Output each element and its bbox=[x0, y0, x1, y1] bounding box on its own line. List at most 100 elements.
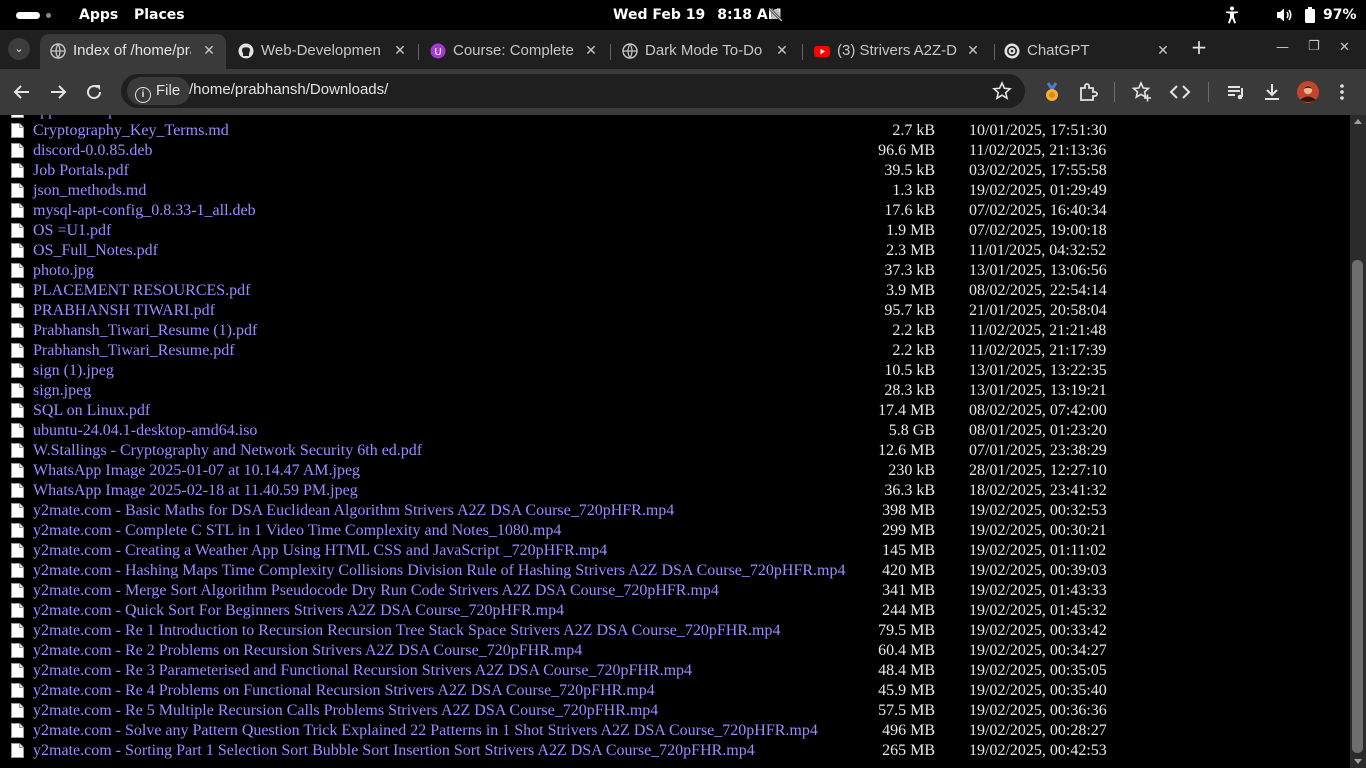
file-link[interactable]: WhatsApp Image 2025-02-18 at 11.40.59 PM… bbox=[33, 482, 358, 500]
toolbar-divider bbox=[1208, 82, 1209, 102]
close-tab-icon[interactable]: ✕ bbox=[1154, 41, 1172, 59]
tab-dark-mode-todo[interactable]: Dark Mode To-Do ✕ bbox=[612, 34, 803, 69]
file-icon bbox=[11, 423, 24, 438]
bookmark-star-icon[interactable] bbox=[992, 81, 1012, 101]
new-tab-button[interactable]: + bbox=[1189, 37, 1209, 57]
accessibility-icon[interactable] bbox=[1224, 6, 1240, 24]
close-tab-icon[interactable]: ✕ bbox=[582, 41, 600, 59]
file-size: 17.6 kB bbox=[884, 202, 935, 219]
file-link[interactable]: sign.jpeg bbox=[33, 382, 91, 400]
tab-course-complete[interactable]: U Course: Complete ✕ bbox=[420, 34, 611, 69]
file-link[interactable]: ubuntu-24.04.1-desktop-amd64.iso bbox=[33, 422, 257, 440]
file-link[interactable]: sign (1).jpeg bbox=[33, 362, 114, 380]
file-icon bbox=[11, 383, 24, 398]
file-link[interactable]: W.Stallings - Cryptography and Network S… bbox=[33, 442, 422, 460]
tab-search-button[interactable]: ⌄ bbox=[8, 38, 30, 60]
file-icon bbox=[11, 583, 24, 598]
chatgpt-icon bbox=[1004, 43, 1020, 59]
file-link[interactable]: Cryptography_Key_Terms.md bbox=[33, 122, 229, 140]
places-menu[interactable]: Places bbox=[134, 7, 185, 23]
url-text[interactable]: /home/prabhansh/Downloads/ bbox=[189, 81, 388, 98]
file-modified-date: 19/02/2025, 00:30:21 bbox=[969, 522, 1107, 539]
file-link[interactable]: y2mate.com - Quick Sort For Beginners St… bbox=[33, 602, 564, 620]
workspace-dot bbox=[46, 13, 51, 18]
bookmarks-icon[interactable] bbox=[1130, 80, 1154, 104]
menu-icon[interactable] bbox=[1330, 80, 1354, 104]
activities-indicator[interactable] bbox=[16, 12, 40, 19]
file-size: 79.5 MB bbox=[878, 622, 935, 639]
close-tab-icon[interactable]: ✕ bbox=[773, 41, 791, 59]
file-row: json_methods.md 1.3 kB 19/02/2025, 01:29:4… bbox=[0, 181, 1350, 201]
file-link[interactable]: SQL on Linux.pdf bbox=[33, 402, 150, 420]
close-tab-icon[interactable]: ✕ bbox=[200, 41, 218, 59]
file-link[interactable]: y2mate.com - Re 5 Multiple Recursion Cal… bbox=[33, 702, 658, 720]
back-icon[interactable] bbox=[10, 80, 34, 104]
file-link[interactable]: photo.jpg bbox=[33, 262, 94, 280]
battery-icon[interactable] bbox=[1305, 7, 1315, 23]
file-link[interactable]: y2mate.com - Re 4 Problems on Functional… bbox=[33, 682, 655, 700]
file-size: 17.4 MB bbox=[878, 402, 935, 419]
file-link[interactable]: y2mate.com - Creating a Weather App Usin… bbox=[33, 542, 607, 560]
minimize-window-icon[interactable]: — bbox=[1276, 40, 1289, 55]
file-size: 398 MB bbox=[882, 502, 935, 519]
file-link[interactable]: json_methods.md bbox=[33, 182, 146, 200]
apps-menu[interactable]: Apps bbox=[79, 7, 118, 23]
file-link[interactable]: y2mate.com - Re 2 Problems on Recursion … bbox=[33, 642, 582, 660]
tab-index-downloads[interactable]: Index of /home/prabhansh/Downloads/ ✕ bbox=[40, 34, 226, 69]
tab-chatgpt[interactable]: ChatGPT ✕ bbox=[994, 34, 1180, 69]
extension-badge-icon[interactable] bbox=[1040, 80, 1064, 104]
file-modified-date: 19/02/2025, 01:11:02 bbox=[969, 542, 1107, 559]
profile-avatar[interactable] bbox=[1296, 80, 1320, 104]
file-link[interactable]: y2mate.com - Re 1 Introduction to Recurs… bbox=[33, 622, 780, 640]
tab-strivers-a2z[interactable]: (3) Strivers A2Z-DSA ✕ bbox=[804, 34, 995, 69]
file-icon bbox=[11, 183, 24, 198]
site-info-label: File bbox=[156, 82, 181, 99]
file-modified-date: 07/02/2025, 19:00:18 bbox=[969, 222, 1107, 239]
file-link[interactable]: y2mate.com - Hashing Maps Time Complexit… bbox=[33, 562, 845, 580]
site-info-chip[interactable]: i File bbox=[127, 77, 191, 105]
forward-icon[interactable] bbox=[46, 80, 70, 104]
scroll-thumb[interactable] bbox=[1352, 260, 1363, 753]
plus-icon: + bbox=[1190, 35, 1208, 59]
file-link[interactable]: y2mate.com - Sorting Part 1 Selection So… bbox=[33, 742, 755, 760]
file-icon bbox=[11, 403, 24, 418]
file-link[interactable]: PRABHANSH TIWARI.pdf bbox=[33, 302, 215, 320]
vertical-scrollbar[interactable] bbox=[1350, 115, 1366, 768]
file-link[interactable]: y2mate.com - Re 3 Parameterised and Func… bbox=[33, 662, 692, 680]
file-link[interactable]: mysql-apt-config_0.8.33-1_all.deb bbox=[33, 202, 256, 220]
media-queue-icon[interactable] bbox=[1224, 80, 1248, 104]
close-window-icon[interactable]: ✕ bbox=[1339, 40, 1350, 55]
maximize-window-icon[interactable]: ❐ bbox=[1308, 39, 1320, 54]
file-link[interactable]: discord-0.0.85.deb bbox=[33, 142, 153, 160]
file-link[interactable]: PLACEMENT RESOURCES.pdf bbox=[33, 282, 251, 300]
file-link[interactable]: y2mate.com - Complete C STL in 1 Video T… bbox=[33, 522, 561, 540]
file-icon bbox=[11, 603, 24, 618]
file-link[interactable]: y2mate.com - Basic Maths for DSA Euclide… bbox=[33, 502, 674, 520]
file-link[interactable]: y2mate.com - Merge Sort Algorithm Pseudo… bbox=[33, 582, 719, 600]
file-icon bbox=[11, 443, 24, 458]
file-link[interactable]: Job Portals.pdf bbox=[33, 162, 129, 180]
close-tab-icon[interactable]: ✕ bbox=[391, 41, 409, 59]
address-bar[interactable]: i File /home/prabhansh/Downloads/ bbox=[121, 74, 1025, 108]
file-link[interactable]: application.pdf bbox=[33, 115, 129, 120]
file-link[interactable]: Prabhansh_Tiwari_Resume.pdf bbox=[33, 342, 235, 360]
file-link[interactable]: y2mate.com - Solve any Pattern Question … bbox=[33, 722, 818, 740]
file-link[interactable]: OS =U1.pdf bbox=[33, 222, 111, 240]
file-link[interactable]: Prabhansh_Tiwari_Resume (1).pdf bbox=[33, 322, 257, 340]
volume-icon[interactable] bbox=[1276, 7, 1294, 23]
tab-web-development[interactable]: Web-Development ✕ bbox=[228, 34, 419, 69]
close-tab-icon[interactable]: ✕ bbox=[964, 41, 982, 59]
file-icon bbox=[11, 483, 24, 498]
scroll-up-arrow[interactable] bbox=[1354, 119, 1362, 124]
download-icon[interactable] bbox=[1260, 80, 1284, 104]
scroll-down-arrow[interactable] bbox=[1354, 759, 1362, 764]
file-link[interactable]: WhatsApp Image 2025-01-07 at 10.14.47 AM… bbox=[33, 462, 360, 480]
file-modified-date: 19/02/2025, 00:35:40 bbox=[969, 682, 1107, 699]
extensions-puzzle-icon[interactable] bbox=[1076, 80, 1100, 104]
clock[interactable]: Wed Feb 19 8:18 AM bbox=[613, 7, 794, 23]
file-size: 1.3 kB bbox=[892, 182, 935, 199]
devtools-icon[interactable] bbox=[1168, 80, 1192, 104]
file-link[interactable]: OS_Full_Notes.pdf bbox=[33, 242, 158, 260]
reload-icon[interactable] bbox=[82, 80, 106, 104]
file-row: PRABHANSH TIWARI.pdf 95.7 kB 21/01/2025, 2… bbox=[0, 301, 1350, 321]
